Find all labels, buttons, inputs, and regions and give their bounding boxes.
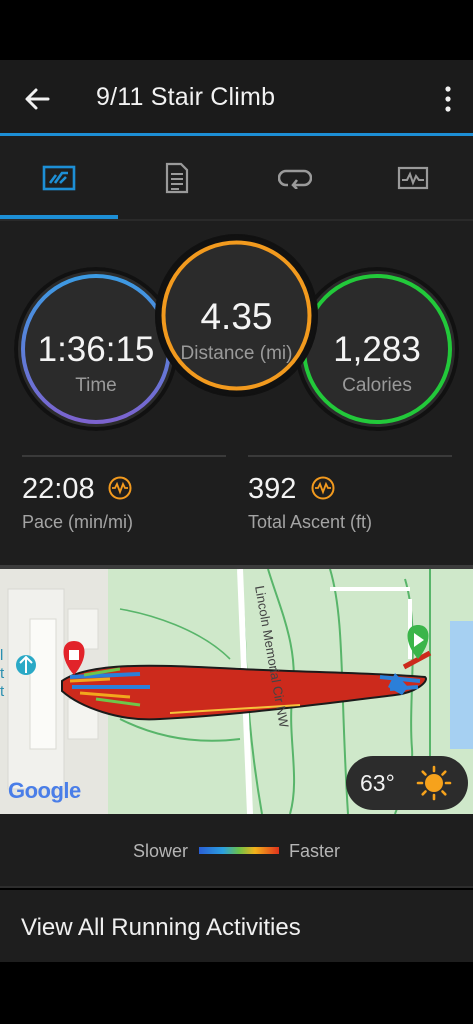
pace-value: 22:08 xyxy=(22,473,95,505)
ascent-value: 392 xyxy=(248,473,297,505)
tab-graph[interactable] xyxy=(354,136,472,220)
tab-stats[interactable] xyxy=(0,136,118,220)
tab-details[interactable] xyxy=(118,136,236,220)
weather-temp: 63° xyxy=(360,770,395,796)
weather-badge: 63° xyxy=(346,756,468,810)
view-all-running-link[interactable]: View All Running Activities xyxy=(0,890,473,962)
stats-chart-icon xyxy=(42,165,76,191)
distance-label: Distance (mi) xyxy=(180,343,293,364)
map-edge-text-3: t xyxy=(0,683,5,700)
google-logo: Google xyxy=(8,778,81,803)
view-all-label: View All Running Activities xyxy=(21,914,301,941)
time-label: Time xyxy=(75,375,117,396)
tab-bar xyxy=(0,136,473,220)
pace-label: Pace (min/mi) xyxy=(22,512,134,532)
page-title: 9/11 Stair Climb xyxy=(96,83,276,111)
calories-value: 1,283 xyxy=(333,330,421,369)
map-edge-text-1: l xyxy=(0,647,4,664)
legend-faster: Faster xyxy=(289,841,341,861)
ascent-label: Total Ascent (ft) xyxy=(248,512,373,532)
status-bar-area xyxy=(0,0,473,60)
time-ring: 1:36:15 Time xyxy=(14,267,178,431)
pace-legend: Slower Faster xyxy=(0,814,473,888)
laps-loop-icon xyxy=(278,169,312,189)
pace-gradient-bar xyxy=(199,847,279,854)
sun-icon xyxy=(416,765,452,801)
back-arrow-icon[interactable] xyxy=(22,84,52,114)
app-bar: 9/11 Stair Climb xyxy=(0,60,473,136)
pace-divider xyxy=(22,455,226,457)
pace-activity-icon xyxy=(108,476,132,500)
calories-label: Calories xyxy=(342,375,412,396)
navigation-bar-area xyxy=(0,962,473,1024)
calories-ring: 1,283 Calories xyxy=(295,267,459,431)
distance-value: 4.35 xyxy=(200,296,273,337)
time-value: 1:36:15 xyxy=(37,330,155,369)
ascent-activity-icon xyxy=(311,476,335,500)
graph-chart-icon xyxy=(397,166,429,190)
tab-laps[interactable] xyxy=(236,136,354,220)
details-document-icon xyxy=(165,162,189,194)
distance-ring: 4.35 Distance (mi) xyxy=(155,234,318,397)
ascent-divider xyxy=(248,455,452,457)
more-vertical-icon[interactable] xyxy=(441,84,455,114)
legend-slower: Slower xyxy=(133,841,189,861)
map-edge-text-2: t xyxy=(0,665,5,682)
